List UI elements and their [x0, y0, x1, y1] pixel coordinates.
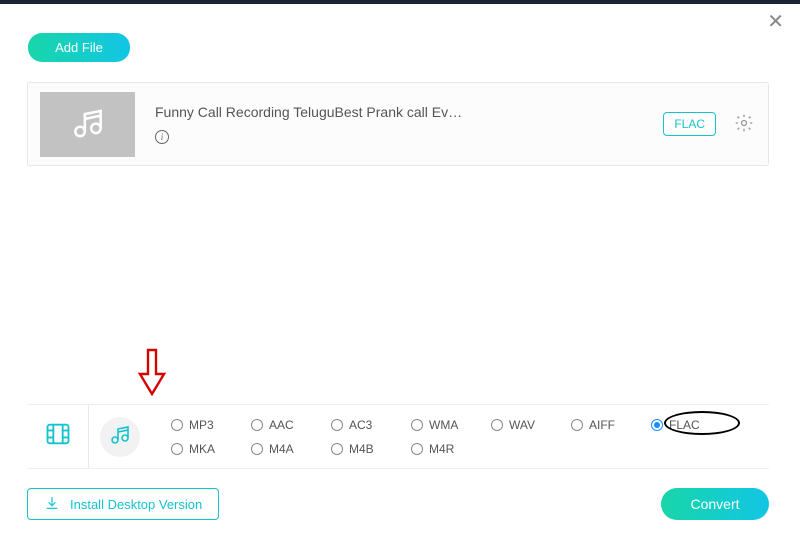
tab-audio[interactable] — [89, 405, 151, 468]
radio-icon — [251, 419, 263, 431]
radio-icon — [331, 443, 343, 455]
add-file-button[interactable]: Add File — [28, 33, 130, 62]
format-row: MP3 AAC AC3 WMA WAV AIFF FLAC — [171, 418, 769, 432]
install-desktop-button[interactable]: Install Desktop Version — [27, 488, 219, 520]
format-label: WAV — [509, 418, 535, 432]
film-icon — [44, 420, 72, 453]
radio-icon — [331, 419, 343, 431]
output-format-badge[interactable]: FLAC — [663, 112, 716, 136]
convert-button[interactable]: Convert — [661, 488, 769, 520]
format-label: MP3 — [189, 418, 214, 432]
format-option-m4a[interactable]: M4A — [251, 442, 331, 456]
radio-icon — [411, 443, 423, 455]
format-label: AC3 — [349, 418, 372, 432]
radio-icon — [171, 443, 183, 455]
format-row: MKA M4A M4B M4R — [171, 442, 769, 456]
music-note-icon — [69, 103, 107, 146]
format-panel: MP3 AAC AC3 WMA WAV AIFF FLAC MKA M4A M4B M4R — [27, 404, 769, 469]
format-option-aac[interactable]: AAC — [251, 418, 331, 432]
format-option-wav[interactable]: WAV — [491, 418, 571, 432]
radio-icon — [491, 419, 503, 431]
music-note-icon — [108, 422, 132, 451]
format-option-mp3[interactable]: MP3 — [171, 418, 251, 432]
format-label: WMA — [429, 418, 458, 432]
format-label: M4A — [269, 442, 294, 456]
format-option-mka[interactable]: MKA — [171, 442, 251, 456]
file-thumbnail — [40, 92, 135, 157]
format-label: AAC — [269, 418, 294, 432]
file-info: Funny Call Recording TeluguBest Prank ca… — [135, 104, 663, 144]
arrow-annotation — [138, 348, 166, 401]
format-label: AIFF — [589, 418, 615, 432]
info-icon[interactable]: i — [155, 130, 169, 144]
format-label: FLAC — [669, 418, 700, 432]
format-option-wma[interactable]: WMA — [411, 418, 491, 432]
download-icon — [44, 495, 60, 514]
format-label: M4R — [429, 442, 454, 456]
radio-icon — [251, 443, 263, 455]
footer: Install Desktop Version Convert — [27, 488, 769, 520]
install-desktop-label: Install Desktop Version — [70, 497, 202, 512]
file-row: Funny Call Recording TeluguBest Prank ca… — [27, 82, 769, 166]
close-icon[interactable]: ✕ — [767, 12, 784, 32]
radio-icon — [171, 419, 183, 431]
radio-icon — [411, 419, 423, 431]
format-label: MKA — [189, 442, 215, 456]
radio-icon — [651, 419, 663, 431]
formats-grid: MP3 AAC AC3 WMA WAV AIFF FLAC MKA M4A M4B M4R — [151, 405, 769, 468]
format-option-m4r[interactable]: M4R — [411, 442, 491, 456]
window-top-border — [0, 0, 800, 4]
file-actions: FLAC — [663, 111, 756, 138]
radio-icon — [571, 419, 583, 431]
format-option-flac[interactable]: FLAC — [651, 418, 731, 432]
format-option-aiff[interactable]: AIFF — [571, 418, 651, 432]
format-option-m4b[interactable]: M4B — [331, 442, 411, 456]
format-option-ac3[interactable]: AC3 — [331, 418, 411, 432]
gear-icon[interactable] — [732, 111, 756, 138]
format-label: M4B — [349, 442, 374, 456]
file-title: Funny Call Recording TeluguBest Prank ca… — [155, 104, 663, 120]
tab-video[interactable] — [27, 405, 89, 468]
